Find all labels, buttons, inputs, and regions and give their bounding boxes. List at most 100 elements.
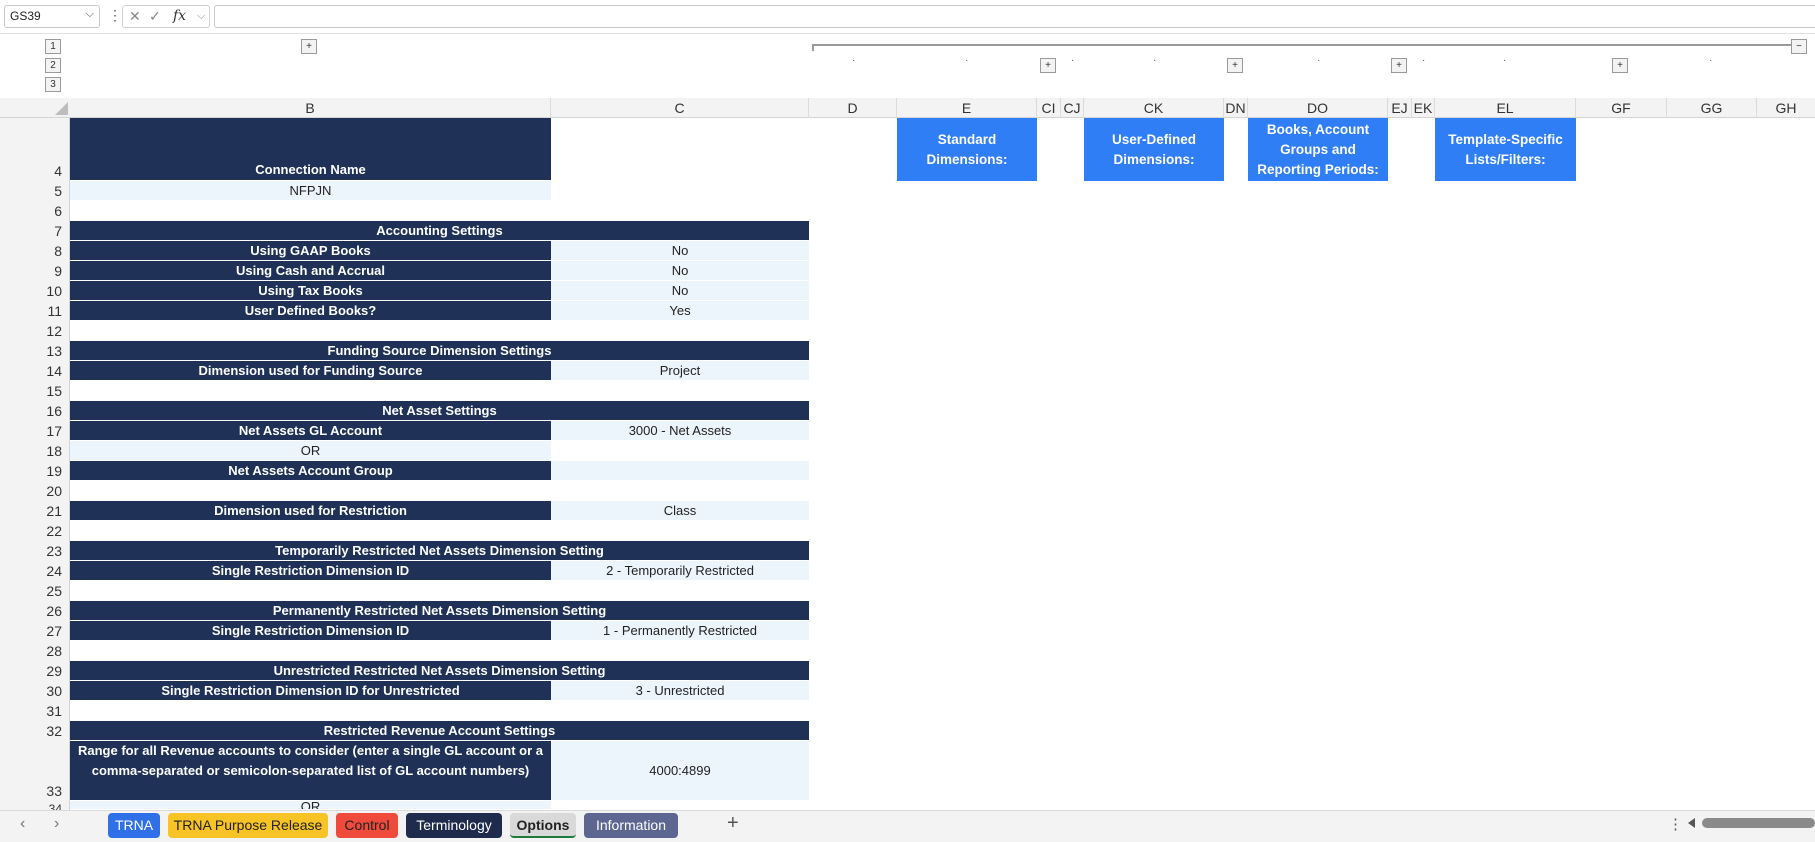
- row-header[interactable]: 29: [26, 663, 70, 679]
- expand-icon[interactable]: +: [1612, 58, 1628, 73]
- row-header[interactable]: 7: [26, 223, 70, 239]
- column-header[interactable]: DN: [1224, 98, 1248, 118]
- books-account-groups-button[interactable]: Books, Account Groups and Reporting Peri…: [1248, 118, 1388, 181]
- scroll-left-icon[interactable]: [1688, 818, 1695, 828]
- temp-restricted-value[interactable]: 2 - Temporarily Restricted: [551, 561, 809, 581]
- connection-name-value[interactable]: NFPJN: [70, 181, 551, 201]
- insert-function-icon[interactable]: fx: [173, 8, 186, 24]
- chevron-down-icon[interactable]: ⌵: [197, 10, 205, 23]
- row-header[interactable]: 26: [26, 603, 70, 619]
- row34-partial: OR: [70, 801, 551, 810]
- standard-dimensions-button[interactable]: Standard Dimensions:: [897, 118, 1037, 181]
- confirm-icon[interactable]: ✓: [149, 8, 161, 25]
- row-header[interactable]: 24: [26, 563, 70, 579]
- row-header[interactable]: 19: [26, 463, 70, 479]
- column-header[interactable]: EL: [1435, 98, 1576, 118]
- row-header[interactable]: 20: [26, 483, 70, 499]
- perm-restricted-value[interactable]: 1 - Permanently Restricted: [551, 621, 809, 641]
- row-header[interactable]: 32: [26, 723, 70, 739]
- column-header[interactable]: C: [551, 98, 809, 118]
- more-options-icon[interactable]: ⋮: [108, 7, 122, 24]
- add-sheet-icon[interactable]: +: [727, 812, 739, 835]
- row-header[interactable]: 30: [26, 683, 70, 699]
- row-header[interactable]: 5: [26, 183, 70, 199]
- expand-icon[interactable]: +: [1227, 58, 1243, 73]
- revenue-range-value[interactable]: 4000:4899: [551, 741, 809, 801]
- column-header[interactable]: D: [809, 98, 897, 118]
- tab-scroll-right-icon[interactable]: ›: [54, 815, 59, 833]
- row-header[interactable]: 15: [26, 383, 70, 399]
- row-header[interactable]: 28: [26, 643, 70, 659]
- chevron-down-icon[interactable]: ⌵: [86, 8, 94, 21]
- select-all-icon[interactable]: [55, 102, 68, 115]
- sheet-tab[interactable]: Terminology: [406, 813, 502, 838]
- row-header[interactable]: 10: [26, 283, 70, 299]
- sheet-tab[interactable]: TRNA: [108, 813, 160, 838]
- outline-level-button[interactable]: 1: [45, 39, 61, 54]
- row-header[interactable]: 13: [26, 343, 70, 359]
- sheet-tab[interactable]: Options: [510, 813, 576, 838]
- outline-level-button[interactable]: 2: [45, 58, 61, 73]
- unrestricted-label: Single Restriction Dimension ID for Unre…: [70, 681, 551, 701]
- column-header[interactable]: EK: [1412, 98, 1435, 118]
- row-header[interactable]: 34: [26, 802, 70, 810]
- more-options-icon[interactable]: ⋮: [1668, 815, 1683, 833]
- row-header[interactable]: 16: [26, 403, 70, 419]
- sheet-tab[interactable]: Control: [336, 813, 398, 838]
- name-box[interactable]: GS39 ⌵: [4, 5, 100, 28]
- horizontal-scrollbar-thumb[interactable]: [1702, 818, 1815, 828]
- row-header[interactable]: 14: [26, 363, 70, 379]
- column-header[interactable]: CJ: [1061, 98, 1084, 118]
- template-specific-lists-button[interactable]: Template-Specific Lists/Filters:: [1435, 118, 1576, 181]
- column-header[interactable]: EJ: [1388, 98, 1412, 118]
- row-header[interactable]: 18: [26, 443, 70, 459]
- expand-icon[interactable]: +: [301, 39, 317, 54]
- row-header[interactable]: 12: [26, 323, 70, 339]
- perm-restricted-header: Permanently Restricted Net Assets Dimens…: [70, 601, 809, 621]
- cancel-icon[interactable]: ✕: [129, 8, 141, 25]
- column-header[interactable]: B: [70, 98, 551, 118]
- expand-icon[interactable]: +: [1391, 58, 1407, 73]
- formula-input[interactable]: [214, 5, 1815, 28]
- row-header[interactable]: 8: [26, 243, 70, 259]
- sheet-tab[interactable]: TRNA Purpose Release: [168, 813, 328, 838]
- row-header[interactable]: 11: [26, 303, 70, 319]
- row-header[interactable]: 17: [26, 423, 70, 439]
- unrestricted-value[interactable]: 3 - Unrestricted: [551, 681, 809, 701]
- cash-accrual-value[interactable]: No: [551, 261, 809, 281]
- restriction-dimension-value[interactable]: Class: [551, 501, 809, 521]
- accounting-settings-header: Accounting Settings: [70, 221, 809, 241]
- outline-dot: ·: [1709, 55, 1713, 66]
- row-header[interactable]: 31: [26, 703, 70, 719]
- column-header[interactable]: E: [897, 98, 1037, 118]
- column-header[interactable]: DO: [1248, 98, 1388, 118]
- column-header[interactable]: CK: [1084, 98, 1224, 118]
- row-header[interactable]: 6: [26, 203, 70, 219]
- row-header[interactable]: 33: [26, 783, 70, 799]
- column-header[interactable]: GF: [1576, 98, 1667, 118]
- row-header[interactable]: 9: [26, 263, 70, 279]
- column-header[interactable]: GH: [1757, 98, 1815, 118]
- row-header[interactable]: 22: [26, 523, 70, 539]
- collapse-icon[interactable]: −: [1791, 39, 1807, 54]
- row-header[interactable]: 25: [26, 583, 70, 599]
- net-asset-settings-header: Net Asset Settings: [70, 401, 809, 421]
- funding-source-value[interactable]: Project: [551, 361, 809, 381]
- sheet-tab[interactable]: Information: [584, 813, 678, 838]
- row-header[interactable]: 21: [26, 503, 70, 519]
- expand-icon[interactable]: +: [1040, 58, 1056, 73]
- tab-scroll-left-icon[interactable]: ‹: [20, 815, 25, 833]
- column-header[interactable]: GG: [1667, 98, 1757, 118]
- gaap-books-value[interactable]: No: [551, 241, 809, 261]
- outline-level-button[interactable]: 3: [45, 77, 61, 92]
- outline-dot: ·: [1071, 55, 1075, 66]
- tax-books-value[interactable]: No: [551, 281, 809, 301]
- row-header[interactable]: 23: [26, 543, 70, 559]
- user-defined-books-value[interactable]: Yes: [551, 301, 809, 321]
- net-assets-group-value[interactable]: [551, 461, 809, 481]
- column-header[interactable]: CI: [1037, 98, 1061, 118]
- net-assets-gl-value[interactable]: 3000 - Net Assets: [551, 421, 809, 441]
- user-defined-dimensions-button[interactable]: User-Defined Dimensions:: [1084, 118, 1224, 181]
- row-header[interactable]: 4: [26, 163, 70, 179]
- row-header[interactable]: 27: [26, 623, 70, 639]
